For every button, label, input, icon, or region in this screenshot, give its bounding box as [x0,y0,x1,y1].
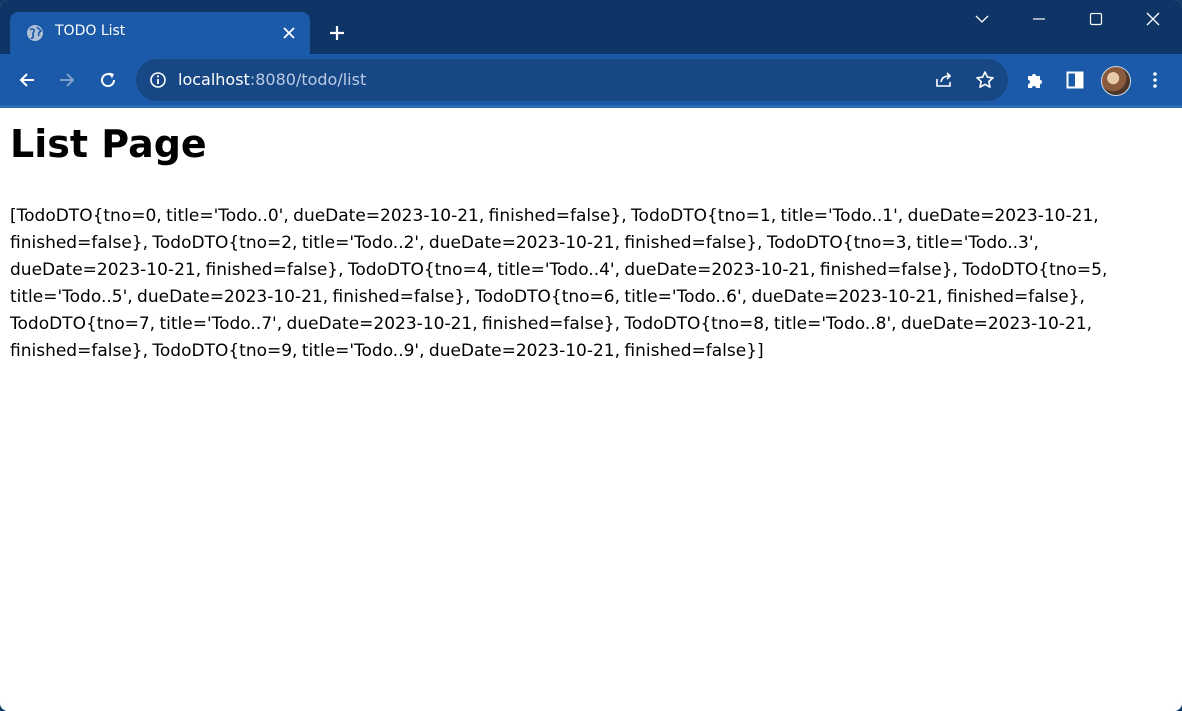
arrow-left-icon[interactable] [11,64,43,96]
share-icon[interactable] [933,69,955,91]
close-icon[interactable] [280,24,298,42]
plus-icon[interactable] [322,18,352,48]
url-text: localhost:8080/todo/list [178,70,366,89]
chevron-down-icon[interactable] [959,4,1005,34]
close-icon[interactable] [1130,4,1176,34]
toolbar: localhost:8080/todo/list [0,54,1182,106]
tab-strip: TODO List [0,0,1182,54]
page-content: List Page [TodoDTO{tno=0, title='Todo..0… [0,108,1182,711]
info-icon[interactable] [149,71,167,89]
address-bar[interactable]: localhost:8080/todo/list [136,59,1008,101]
more-vertical-icon[interactable] [1139,64,1171,96]
todo-list-text: [TodoDTO{tno=0, title='Todo..0', dueDate… [10,206,1108,361]
browser-window: TODO List localhost:8080/todo/list List … [0,0,1182,711]
tab-todo-list[interactable]: TODO List [10,12,310,54]
side-panel-icon[interactable] [1059,64,1091,96]
tab-title: TODO List [55,23,126,39]
minimize-icon[interactable] [1016,4,1062,34]
maximize-icon[interactable] [1073,4,1119,34]
arrow-right-icon[interactable] [51,64,83,96]
avatar[interactable] [1101,66,1131,96]
url-host: localhost [178,70,250,89]
star-icon[interactable] [974,69,996,91]
globe-icon [26,24,44,42]
puzzle-icon[interactable] [1019,64,1051,96]
page-title: List Page [10,122,207,166]
url-path: :8080/todo/list [249,70,367,89]
reload-icon[interactable] [92,64,124,96]
